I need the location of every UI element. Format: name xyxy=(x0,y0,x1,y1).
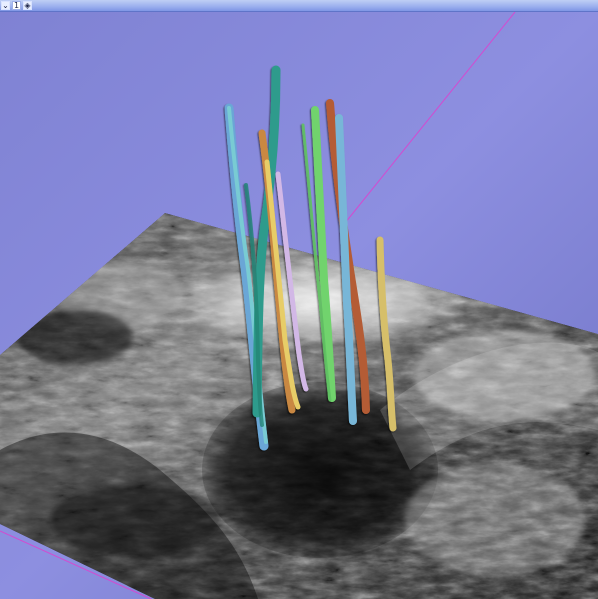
pin-icon[interactable]: ⌄ xyxy=(1,1,10,10)
rendered-3d-scene[interactable] xyxy=(0,0,598,599)
view-number[interactable]: 1 xyxy=(12,1,21,10)
link-icon[interactable]: ◈ xyxy=(23,1,32,10)
view-controller-bar: ⌄ 1 ◈ xyxy=(0,0,598,12)
3d-view[interactable]: ⌄ 1 ◈ xyxy=(0,0,598,599)
